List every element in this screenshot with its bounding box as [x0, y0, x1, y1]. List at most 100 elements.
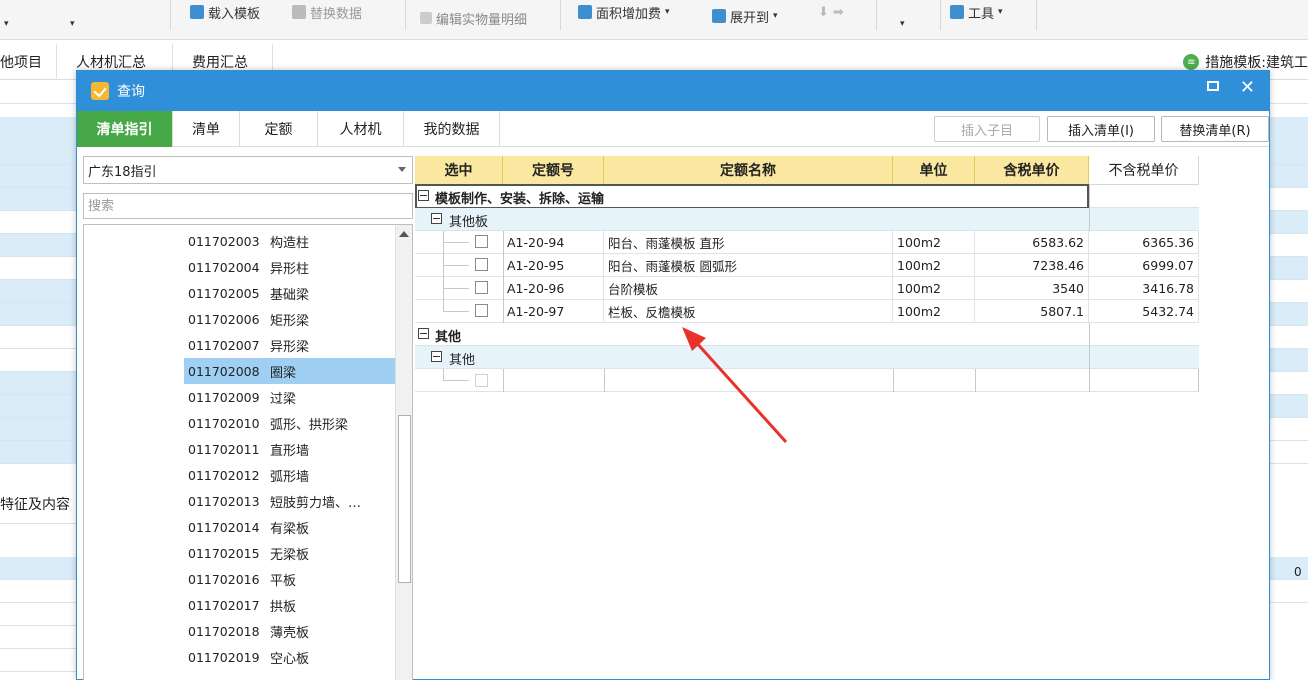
item-code: 011702007 — [188, 337, 260, 353]
cell-price-notax: 3416.78 — [1089, 277, 1199, 300]
cell-unit: 100m2 — [893, 254, 975, 277]
col-header-select[interactable]: 选中 — [415, 156, 503, 185]
edit-detail-button[interactable]: 编辑实物量明细 — [420, 0, 527, 38]
row-checkbox[interactable] — [475, 304, 488, 317]
tab-quota[interactable]: 定额 — [240, 111, 318, 147]
collapse-icon[interactable] — [431, 213, 442, 224]
close-icon[interactable]: ✕ — [1240, 77, 1255, 98]
guide-select[interactable]: 广东18指引 — [83, 156, 413, 184]
subgroup-row[interactable]: 其他板 — [415, 208, 1199, 231]
item-name: 基础梁 — [270, 287, 310, 303]
list-item[interactable]: 011702011 直形墙 — [84, 436, 396, 462]
list-item[interactable]: 011702003 构造柱 — [84, 228, 396, 254]
load-template-button[interactable]: 载入模板 — [190, 0, 260, 32]
list-item[interactable]: 011702006 矩形梁 — [84, 306, 396, 332]
quota-grid: 选中 定额号 定额名称 单位 含税单价 不含税单价 模板制作、安装、拆除、运输 … — [415, 156, 1199, 401]
list-item[interactable]: 011702019 空心板 — [84, 644, 396, 670]
list-item[interactable]: 011702016 平板 — [84, 566, 396, 592]
toolbar-dropdown-1[interactable]: ▾ — [4, 0, 9, 32]
list-item[interactable]: 011702009 过梁 — [84, 384, 396, 410]
scroll-thumb[interactable] — [398, 415, 411, 583]
replace-icon — [292, 5, 306, 19]
row-checkbox[interactable] — [475, 374, 488, 387]
cell-price-tax: 5807.1 — [975, 300, 1089, 323]
collapse-icon[interactable] — [431, 351, 442, 362]
list-item[interactable]: 011702012 弧形墙 — [84, 462, 396, 488]
chevron-down-icon: ▾ — [665, 7, 670, 17]
list-item[interactable]: 011702007 异形梁 — [84, 332, 396, 358]
app-logo-icon — [91, 82, 109, 100]
search-input[interactable] — [83, 193, 413, 219]
item-code: 011702016 — [188, 571, 260, 587]
item-code: 011702017 — [188, 597, 260, 613]
col-header-price-tax[interactable]: 含税单价 — [975, 156, 1089, 185]
tools-icon — [950, 5, 964, 19]
list-item[interactable]: 011702005 基础梁 — [84, 280, 396, 306]
col-header-unit[interactable]: 单位 — [893, 156, 975, 185]
background-right-table — [1270, 81, 1308, 680]
list-item[interactable]: 011702018 薄壳板 — [84, 618, 396, 644]
toolbar-dropdown-2[interactable]: ▾ — [70, 0, 75, 32]
toolbar-dropdown-3[interactable]: ▾ — [900, 0, 905, 32]
col-header-name[interactable]: 定额名称 — [604, 156, 893, 185]
group-row[interactable]: 模板制作、安装、拆除、运输 — [415, 185, 1199, 208]
template-book-icon: ≡ — [1183, 54, 1200, 70]
list-scrollbar[interactable] — [395, 225, 412, 680]
tab-other-items[interactable]: 他项目 — [0, 52, 42, 72]
col-header-price-notax[interactable]: 不含税单价 — [1089, 156, 1199, 185]
dialog-title-bar[interactable]: 查询 ✕ — [77, 71, 1269, 111]
table-row[interactable]: A1-20-94 阳台、雨蓬模板 直形 100m2 6583.62 6365.36 — [415, 231, 1199, 254]
cell-code: A1-20-94 — [503, 231, 604, 254]
subgroup-row[interactable]: 其他 — [415, 346, 1199, 369]
list-item[interactable]: 011702010 弧形、拱形梁 — [84, 410, 396, 436]
item-code: 011702009 — [188, 389, 260, 405]
tab-labor-summary[interactable]: 人材机汇总 — [76, 52, 146, 72]
item-name: 异形梁 — [270, 339, 310, 355]
table-row[interactable]: A1-20-97 栏板、反檐模板 100m2 5807.1 5432.74 — [415, 300, 1199, 323]
tools-button[interactable]: 工具 ▾ — [950, 0, 1003, 32]
replace-data-button[interactable]: 替换数据 — [292, 0, 362, 32]
list-item[interactable]: 011702015 无梁板 — [84, 540, 396, 566]
item-code: 011702019 — [188, 649, 260, 665]
replace-list-button[interactable]: 替换清单(R) — [1161, 116, 1269, 142]
cell-unit: 100m2 — [893, 231, 975, 254]
table-row[interactable]: A1-20-95 阳台、雨蓬模板 圆弧形 100m2 7238.46 6999.07 — [415, 254, 1199, 277]
col-header-code[interactable]: 定额号 — [503, 156, 604, 185]
list-item[interactable]: 011702013 短肢剪力墙、… — [84, 488, 396, 514]
row-checkbox[interactable] — [475, 258, 488, 271]
minimize-icon[interactable] — [1207, 81, 1219, 91]
down-arrow-icon: ⬇ — [818, 4, 829, 20]
cell-code: A1-20-97 — [503, 300, 604, 323]
tab-my-data[interactable]: 我的数据 — [404, 111, 500, 147]
tab-list[interactable]: 清单 — [173, 111, 240, 147]
cell-price-notax: 5432.74 — [1089, 300, 1199, 323]
collapse-icon[interactable] — [418, 190, 429, 201]
group-row[interactable]: 其他 — [415, 323, 1199, 346]
tab-labor-material[interactable]: 人材机 — [318, 111, 404, 147]
insert-list-button[interactable]: 插入清单(I) — [1047, 116, 1155, 142]
area-icon — [578, 5, 592, 19]
row-checkbox[interactable] — [475, 281, 488, 294]
collapse-icon[interactable] — [418, 328, 429, 339]
tab-list-guide[interactable]: 清单指引 — [77, 111, 173, 147]
table-row[interactable]: A1-20-96 台阶模板 100m2 3540 3416.78 — [415, 277, 1199, 300]
table-row[interactable] — [415, 369, 1199, 392]
item-name: 平板 — [270, 573, 297, 589]
scroll-up-icon[interactable] — [396, 225, 412, 242]
expand-to-button[interactable]: 展开到 ▾ — [712, 0, 778, 36]
item-code: 011702011 — [188, 441, 260, 457]
tab-fee-summary[interactable]: 费用汇总 — [192, 52, 248, 72]
guide-list[interactable]: 011702019 空心板 011702018 薄壳板 011702017 拱板 01170… — [83, 224, 413, 680]
measure-template-label[interactable]: ≡ 措施模板:建筑工 — [1183, 52, 1308, 72]
area-add-button[interactable]: 面积增加费 ▾ — [578, 0, 670, 32]
list-item[interactable]: 011702004 异形柱 — [84, 254, 396, 280]
insert-child-button[interactable]: 插入子目 — [934, 116, 1040, 142]
list-item[interactable]: 011702017 拱板 — [84, 592, 396, 618]
cell-unit: 100m2 — [893, 277, 975, 300]
list-item[interactable]: 011702008 圈梁 — [184, 358, 396, 384]
item-name: 构造柱 — [270, 235, 310, 251]
move-buttons[interactable]: ⬇ ➡ — [818, 0, 844, 32]
list-item[interactable]: 011702014 有梁板 — [84, 514, 396, 540]
item-name: 无梁板 — [270, 547, 310, 563]
row-checkbox[interactable] — [475, 235, 488, 248]
